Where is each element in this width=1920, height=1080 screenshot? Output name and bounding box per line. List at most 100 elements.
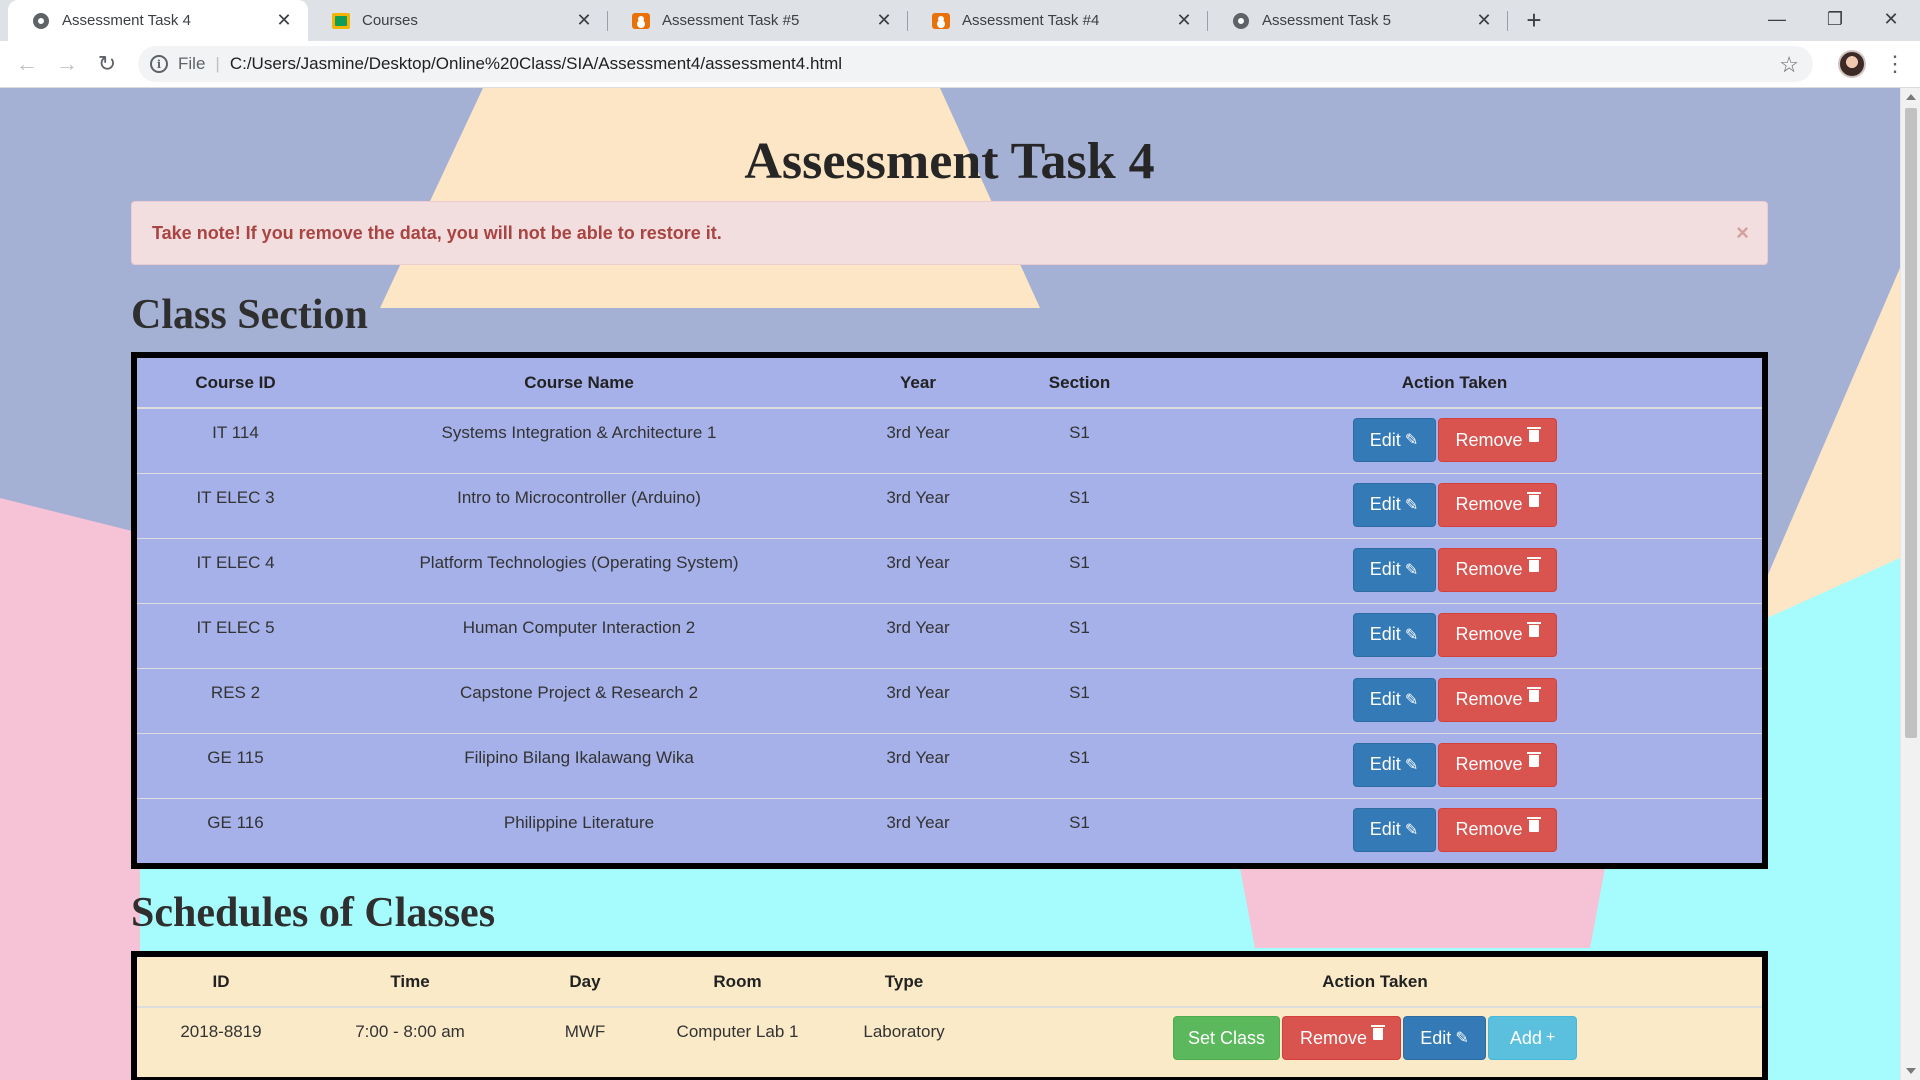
- remove-button[interactable]: Remove: [1282, 1016, 1401, 1060]
- cell-section: S1: [1012, 407, 1147, 473]
- class-section-table: Course ID Course Name Year Section Actio…: [131, 352, 1768, 869]
- button-label: Remove: [1455, 819, 1523, 839]
- column-header: ID: [137, 957, 305, 1008]
- close-tab-icon[interactable]: ✕: [874, 10, 894, 31]
- close-tab-icon[interactable]: ✕: [574, 10, 594, 31]
- profile-avatar[interactable]: [1838, 50, 1866, 78]
- cell-id: 2018-8819: [137, 1006, 305, 1077]
- cell-section: S1: [1012, 797, 1147, 863]
- remove-button[interactable]: Remove: [1437, 612, 1557, 657]
- reload-icon[interactable]: ↻: [91, 48, 123, 80]
- cell-section: S1: [1012, 472, 1147, 538]
- cell-day: MWF: [515, 1006, 655, 1077]
- remove-button[interactable]: Remove: [1437, 418, 1557, 462]
- button-label: Edit: [1369, 754, 1401, 774]
- google-classroom-icon: [332, 12, 350, 30]
- google-forms-icon: [932, 12, 950, 30]
- cell-course-id: GE 116: [137, 797, 334, 863]
- cell-course-name: Human Computer Interaction 2: [334, 602, 824, 668]
- cell-course-name: Intro to Microcontroller (Arduino): [334, 472, 824, 538]
- plus-icon: +: [1545, 1029, 1556, 1046]
- column-header: Room: [655, 957, 820, 1008]
- set-class-button[interactable]: Set Class: [1173, 1016, 1280, 1060]
- edit-button[interactable]: Edit ✎: [1352, 742, 1436, 787]
- tab-courses[interactable]: Courses ✕: [308, 0, 608, 41]
- tab-assessment-task-4-form[interactable]: Assessment Task #4 ✕: [908, 0, 1208, 41]
- globe-icon: [1232, 12, 1250, 30]
- page-scrollbar[interactable]: [1900, 88, 1920, 1080]
- action-cell: Set Class Remove Edit ✎ Add +: [988, 1006, 1762, 1077]
- cell-room: Computer Lab 1: [655, 1006, 820, 1077]
- button-label: Edit: [1369, 819, 1401, 839]
- add-button[interactable]: Add +: [1488, 1016, 1577, 1060]
- trash-icon: [1526, 751, 1541, 767]
- edit-button[interactable]: Edit ✎: [1403, 1016, 1486, 1060]
- table-row: GE 116 Philippine Literature 3rd Year S1 Edi…: [137, 797, 1762, 863]
- pencil-icon: ✎: [1404, 821, 1419, 839]
- edit-button[interactable]: Edit ✎: [1352, 807, 1436, 852]
- cell-type: Laboratory: [820, 1006, 988, 1077]
- pencil-icon: ✎: [1455, 1030, 1469, 1047]
- action-cell: Edit ✎ Remove: [1147, 732, 1762, 798]
- tab-assessment-task-5[interactable]: Assessment Task 5 ✕: [1208, 0, 1508, 41]
- cell-year: 3rd Year: [824, 472, 1012, 538]
- edit-button[interactable]: Edit ✎: [1352, 677, 1436, 722]
- tab-assessment-task-5-form[interactable]: Assessment Task #5 ✕: [608, 0, 908, 41]
- close-tab-icon[interactable]: ✕: [274, 10, 294, 31]
- button-label: Edit: [1420, 1027, 1452, 1048]
- edit-button[interactable]: Edit ✎: [1352, 418, 1436, 462]
- trash-icon: [1526, 427, 1541, 442]
- new-tab-button[interactable]: +: [1520, 6, 1548, 34]
- tab-assessment-task-4[interactable]: Assessment Task 4 ✕: [8, 0, 308, 41]
- button-label: Edit: [1369, 429, 1401, 450]
- tab-title: Courses: [362, 12, 418, 29]
- column-header: Section: [1012, 358, 1147, 409]
- tab-title: Assessment Task 4: [62, 12, 191, 29]
- table-row: GE 115 Filipino Bilang Ikalawang Wika 3rd …: [137, 732, 1762, 798]
- cell-year: 3rd Year: [824, 407, 1012, 473]
- close-tab-icon[interactable]: ✕: [1474, 10, 1494, 31]
- minimize-icon[interactable]: —: [1748, 0, 1806, 38]
- remove-button[interactable]: Remove: [1437, 742, 1557, 787]
- column-header: Action Taken: [1147, 358, 1762, 409]
- close-alert-icon[interactable]: ×: [1736, 220, 1749, 246]
- scroll-up-arrow-icon[interactable]: [1906, 94, 1916, 100]
- cell-time: 7:00 - 8:00 am: [305, 1006, 515, 1077]
- alert-text: Take note! If you remove the data, you w…: [152, 222, 722, 243]
- remove-button[interactable]: Remove: [1437, 677, 1557, 722]
- close-tab-icon[interactable]: ✕: [1174, 10, 1194, 31]
- button-label: Set Class: [1187, 1027, 1266, 1048]
- warning-alert: Take note! If you remove the data, you w…: [131, 201, 1768, 265]
- tab-title: Assessment Task #4: [962, 12, 1100, 29]
- remove-button[interactable]: Remove: [1437, 807, 1557, 852]
- cell-year: 3rd Year: [824, 602, 1012, 668]
- cell-year: 3rd Year: [824, 537, 1012, 603]
- action-cell: Edit ✎ Remove: [1147, 667, 1762, 733]
- edit-button[interactable]: Edit ✎: [1352, 612, 1436, 657]
- tab-title: Assessment Task #5: [662, 12, 800, 29]
- site-info-icon[interactable]: i: [150, 55, 168, 73]
- edit-button[interactable]: Edit ✎: [1352, 547, 1436, 592]
- address-bar[interactable]: i File | C:/Users/Jasmine/Desktop/Online…: [138, 46, 1813, 82]
- remove-button[interactable]: Remove: [1437, 482, 1557, 527]
- address-url[interactable]: C:/Users/Jasmine/Desktop/Online%20Class/…: [230, 54, 842, 74]
- close-window-icon[interactable]: ✕: [1862, 0, 1920, 38]
- remove-button[interactable]: Remove: [1437, 547, 1557, 592]
- browser-toolbar: ← → ↻ i File | C:/Users/Jasmine/Desktop/…: [0, 41, 1920, 88]
- browser-menu-icon[interactable]: ⋮: [1880, 49, 1910, 79]
- back-arrow-icon[interactable]: ←: [11, 48, 43, 80]
- forward-arrow-icon[interactable]: →: [51, 48, 83, 80]
- action-cell: Edit ✎ Remove: [1147, 407, 1762, 473]
- restore-window-icon[interactable]: ❐: [1806, 0, 1864, 38]
- action-cell: Edit ✎ Remove: [1147, 472, 1762, 538]
- edit-button[interactable]: Edit ✎: [1352, 482, 1436, 527]
- bookmark-star-icon[interactable]: ☆: [1779, 52, 1799, 78]
- schedules-heading: Schedules of Classes: [131, 890, 496, 936]
- table-row: IT ELEC 5 Human Computer Interaction 2 3rd…: [137, 602, 1762, 668]
- scroll-down-arrow-icon[interactable]: [1906, 1068, 1916, 1074]
- table-row: IT ELEC 3 Intro to Microcontroller (Ardui…: [137, 472, 1762, 538]
- table-row: 2018-8819 7:00 - 8:00 am MWF Computer Lab 1…: [137, 1006, 1762, 1077]
- scroll-thumb[interactable]: [1905, 108, 1917, 738]
- page-title: Assessment Task 4: [744, 133, 1155, 190]
- cell-section: S1: [1012, 602, 1147, 668]
